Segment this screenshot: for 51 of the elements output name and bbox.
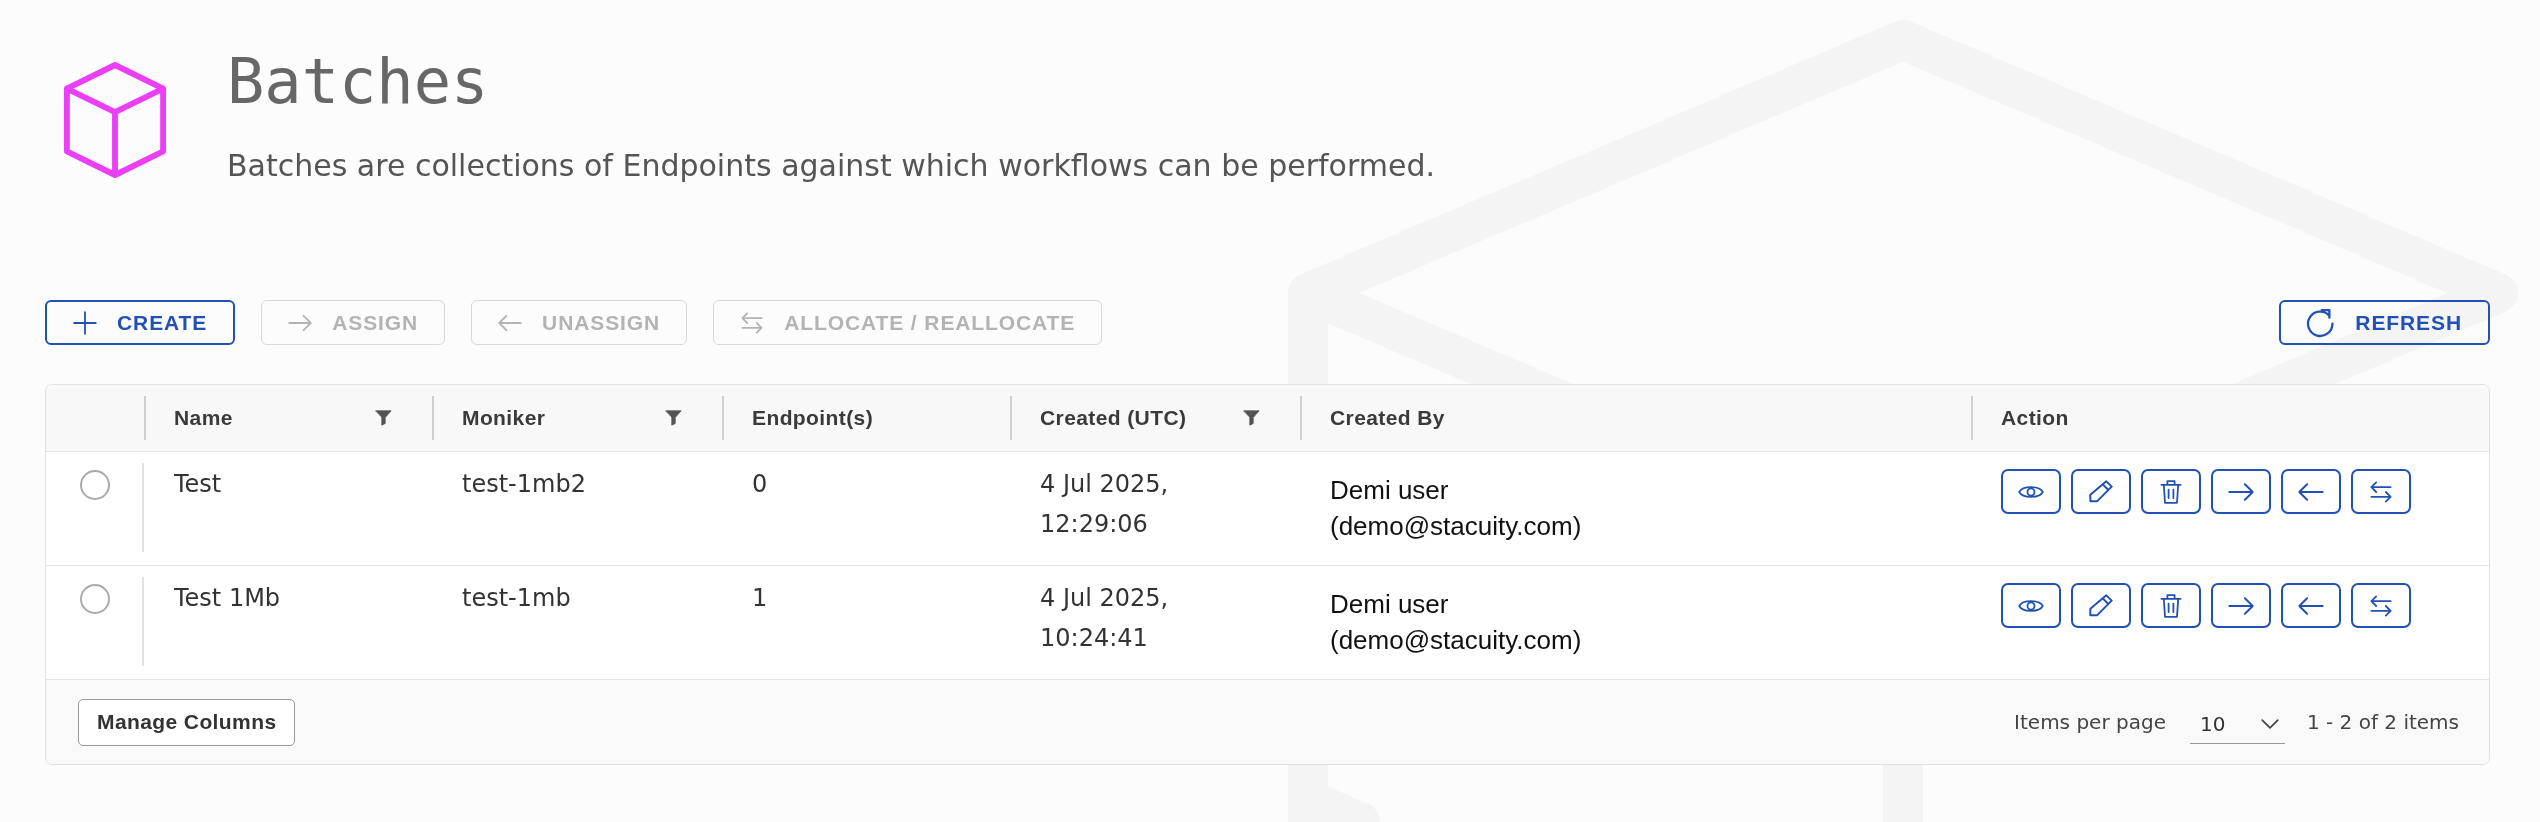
user-cell-text: Demi user (demo@stacuity.com) [1330,588,1583,657]
reallocate-button[interactable] [2351,583,2411,628]
pencil-icon [2088,593,2114,618]
filter-icon[interactable] [375,410,392,426]
trash-icon [2158,479,2184,504]
column-header: Name [174,406,233,430]
page-title: Batches [227,47,489,117]
table-cell-text: 0 [752,469,768,500]
manage-columns-button[interactable]: Manage Columns [78,698,296,746]
edit-button[interactable] [2071,469,2131,514]
column-header: Created (UTC) [1040,406,1187,430]
delete-button[interactable] [2141,469,2201,514]
filter-icon[interactable] [1243,410,1260,426]
column-header: Action [2001,406,2069,430]
table-cell-text: Test [174,469,222,500]
page-description: Batches are collections of Endpoints against which workflows can be performed. [227,147,1435,185]
swap-arrows-icon [2368,479,2394,504]
view-button[interactable] [2001,583,2061,628]
row-radio[interactable] [80,584,110,614]
page-size-select[interactable]: 10 [2189,704,2285,744]
table-cell-text: 1 [752,583,768,614]
assign-button[interactable] [2211,469,2271,514]
table-cell-text: Test 1Mb [174,583,281,614]
unassign-button[interactable] [2281,469,2341,514]
trash-icon [2158,593,2184,618]
user-cell-text: Demi user (demo@stacuity.com) [1330,474,1583,543]
pencil-icon [2088,479,2114,504]
unassign-button[interactable] [2281,583,2341,628]
column-header: Created By [1330,406,1445,430]
edit-button[interactable] [2071,583,2131,628]
refresh-button[interactable]: REFRESH [2279,300,2490,345]
chevron-down-icon [2260,718,2279,729]
filter-icon[interactable] [665,410,682,426]
column-header: Endpoint(s) [752,406,874,430]
swap-arrows-icon [2368,593,2394,618]
pagination-range: 1 - 2 of 2 items [2306,710,2459,734]
items-per-page-label: Items per page [2014,710,2166,734]
date-cell-text: 4 Jul 2025, 12:29:06 [1040,469,1170,540]
delete-button[interactable] [2141,583,2201,628]
create-button[interactable]: CREATE [45,300,236,345]
date-cell-text: 4 Jul 2025, 10:24:41 [1040,583,1170,654]
view-button[interactable] [2001,469,2061,514]
row-radio[interactable] [80,470,110,500]
table-cell-text: test-1mb2 [462,469,586,500]
assign-button[interactable] [2211,583,2271,628]
column-header: Moniker [462,406,546,430]
plus-icon [73,310,97,335]
table-cell-text: test-1mb [462,583,571,614]
reallocate-button[interactable] [2351,469,2411,514]
swap-arrows-icon [740,310,765,335]
cube-icon [61,61,169,179]
